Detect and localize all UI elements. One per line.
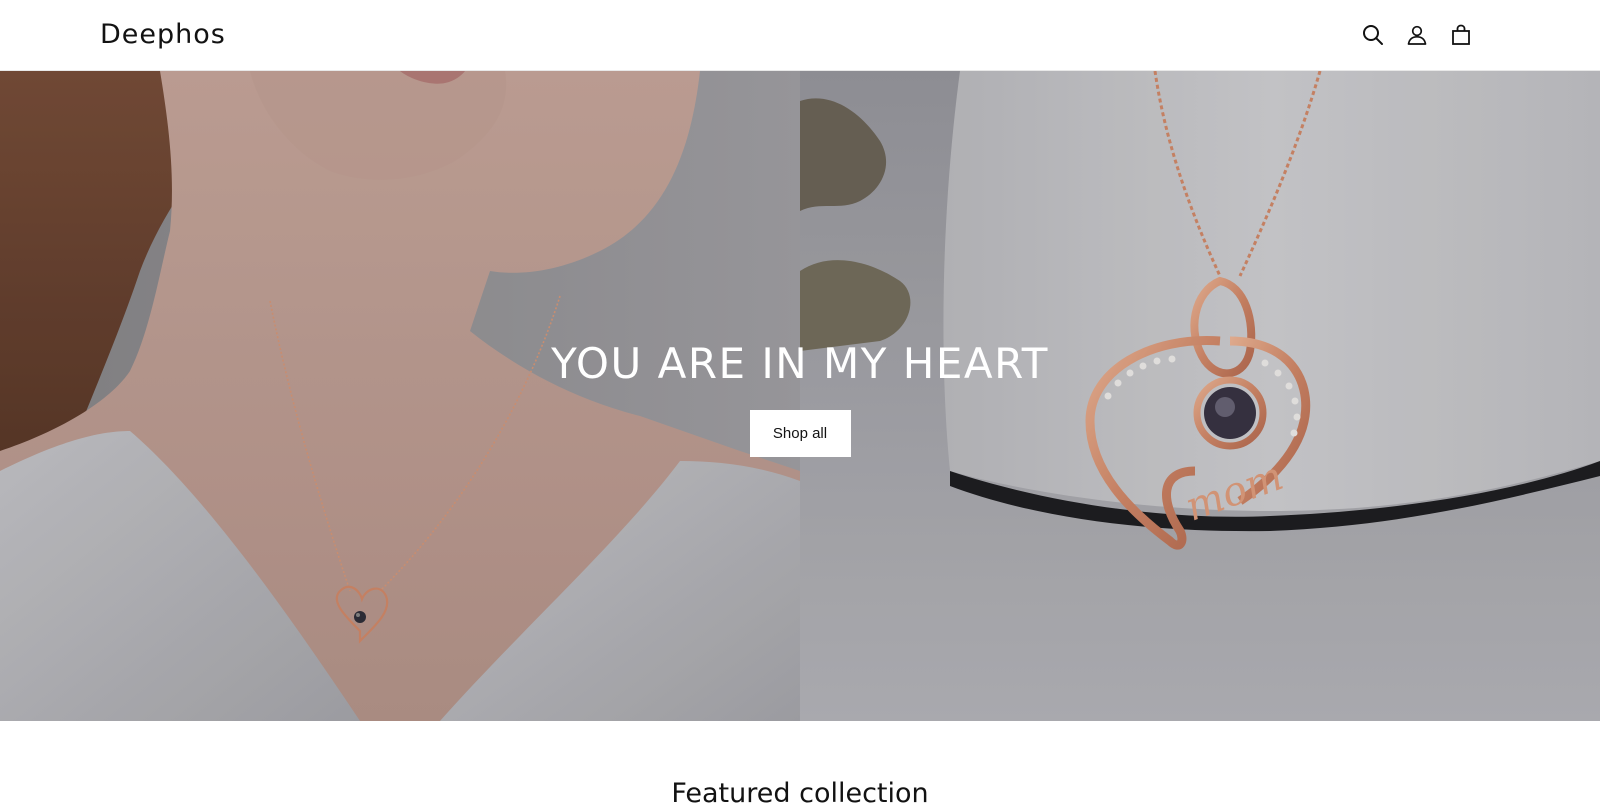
site-logo[interactable]: Deephos — [100, 17, 226, 52]
shop-all-button[interactable]: Shop all — [749, 409, 851, 457]
hero-banner: mom YOU ARE IN MY HEART Shop all — [0, 71, 1600, 721]
site-header: Deephos — [0, 0, 1600, 71]
featured-collection-heading: Featured collection — [671, 778, 929, 809]
header-icons — [1362, 22, 1472, 48]
cart-icon[interactable] — [1450, 22, 1472, 48]
account-icon[interactable] — [1406, 22, 1428, 48]
search-icon[interactable] — [1362, 22, 1384, 48]
hero-title: YOU ARE IN MY HEART — [551, 339, 1049, 389]
hero-content: YOU ARE IN MY HEART Shop all — [0, 71, 1600, 721]
